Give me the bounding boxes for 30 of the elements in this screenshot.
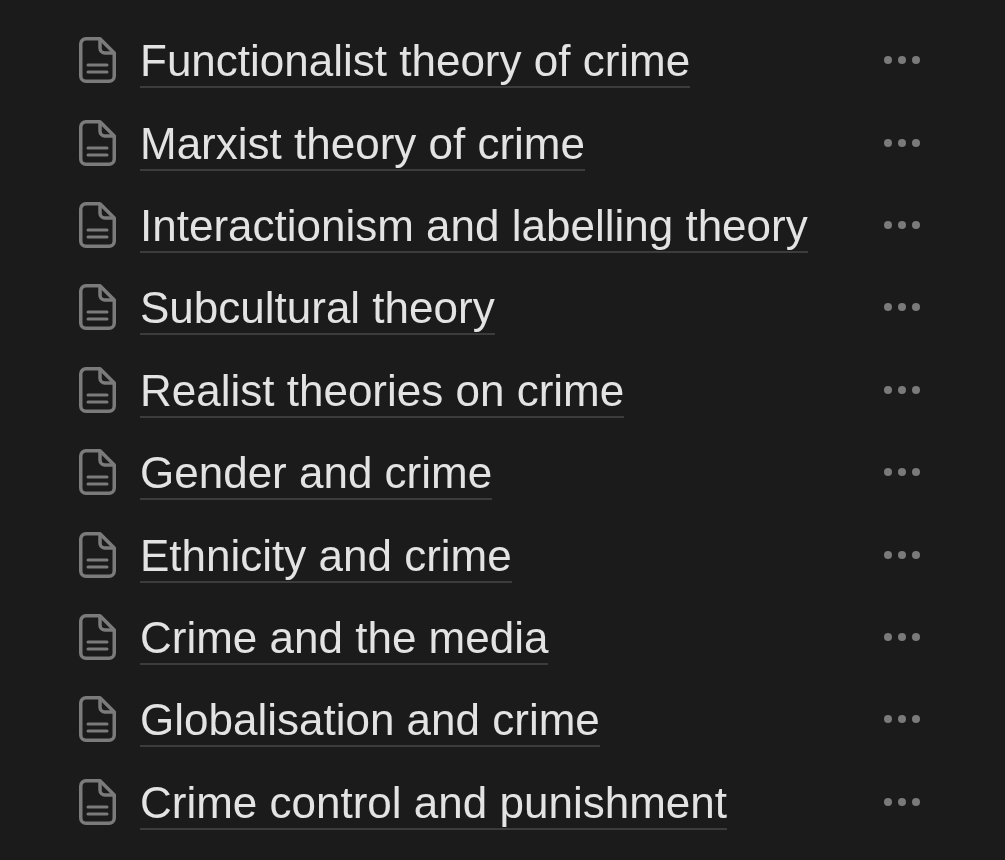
document-icon (79, 531, 116, 578)
document-icon (79, 778, 116, 825)
more-options-icon[interactable] (884, 550, 920, 559)
document-icon (79, 366, 116, 413)
page-link[interactable]: Interactionism and labelling theory (140, 200, 808, 253)
page-link[interactable]: Crime control and punishment (140, 777, 727, 830)
more-options-icon[interactable] (884, 220, 920, 229)
more-options-icon[interactable] (884, 56, 920, 65)
document-icon (79, 696, 116, 743)
page-link[interactable]: Globalisation and crime (140, 695, 600, 748)
page-link[interactable]: Functionalist theory of crime (140, 36, 691, 89)
page-link[interactable]: Crime and the media (140, 612, 549, 665)
document-icon (79, 119, 116, 166)
page-link[interactable]: Gender and crime (140, 448, 493, 501)
more-options-icon[interactable] (884, 385, 920, 394)
more-options-icon[interactable] (884, 138, 920, 147)
page-link[interactable]: Realist theories on crime (140, 365, 625, 418)
document-icon (79, 201, 116, 248)
more-options-icon[interactable] (884, 715, 920, 724)
page-link[interactable]: Subcultural theory (140, 283, 495, 336)
document-icon (79, 37, 116, 84)
more-options-icon[interactable] (884, 303, 920, 312)
page-link[interactable]: Ethnicity and crime (140, 530, 512, 583)
page-link[interactable]: Marxist theory of crime (140, 118, 585, 171)
more-options-icon[interactable] (884, 468, 920, 477)
more-options-icon[interactable] (884, 632, 920, 641)
document-icon (79, 284, 116, 331)
document-icon (79, 613, 116, 660)
document-icon (79, 449, 116, 496)
more-options-icon[interactable] (884, 797, 920, 806)
